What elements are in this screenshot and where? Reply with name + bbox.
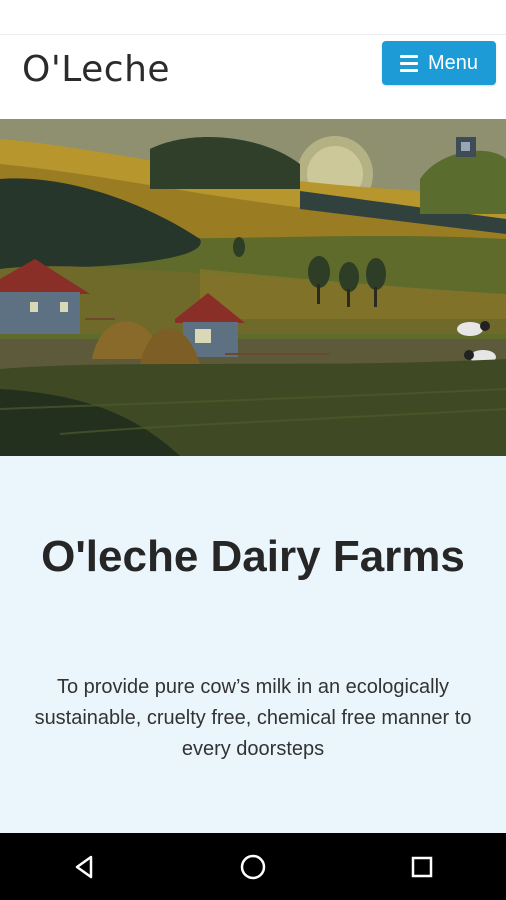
- farm-landscape-illustration: [0, 119, 506, 456]
- recents-icon[interactable]: [392, 837, 452, 897]
- home-icon[interactable]: [223, 837, 283, 897]
- back-icon[interactable]: [54, 837, 114, 897]
- intro-section: O'leche Dairy Farms To provide pure cow’…: [0, 456, 506, 833]
- mission-statement: To provide pure cow’s milk in an ecologi…: [34, 676, 472, 760]
- site-header: O'Leche Menu: [0, 35, 506, 119]
- logo-text: O'Leche: [22, 48, 171, 90]
- system-navigation-bar: [0, 833, 506, 900]
- hero-image: [0, 119, 506, 456]
- page-title: O'leche Dairy Farms: [41, 532, 465, 581]
- menu-button[interactable]: Menu: [382, 41, 496, 85]
- site-logo[interactable]: O'Leche: [22, 41, 170, 97]
- menu-button-label: Menu: [427, 51, 479, 74]
- hamburger-icon: [399, 54, 418, 72]
- status-bar: [0, 0, 506, 35]
